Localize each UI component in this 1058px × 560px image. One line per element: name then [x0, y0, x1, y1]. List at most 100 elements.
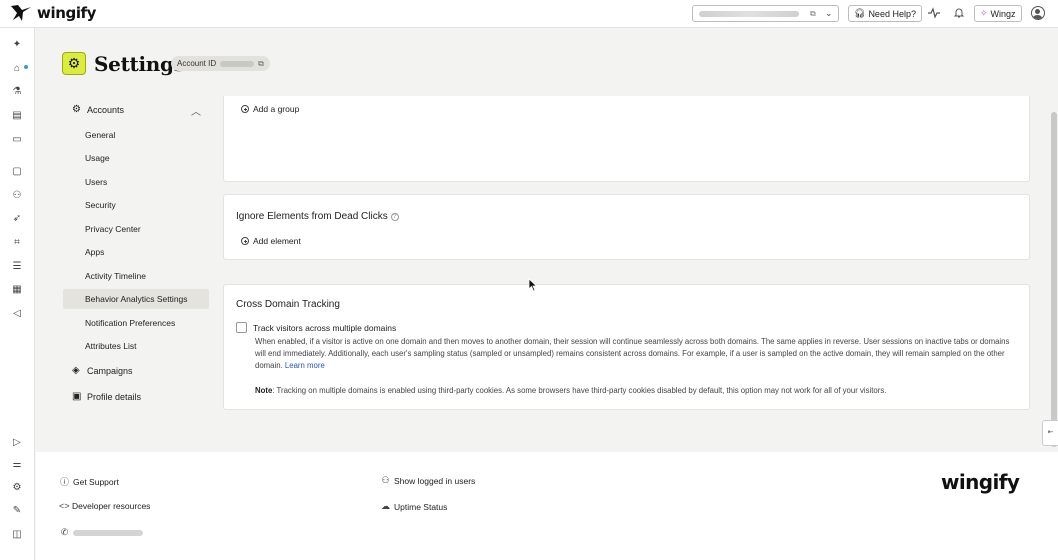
sidebar-section-profile[interactable]: ▣ Profile details — [72, 391, 141, 402]
sidebar-item-security[interactable]: Security — [85, 200, 116, 210]
add-group-label: Add a group — [253, 104, 300, 114]
side-feedback-tab[interactable]: ⇤ — [1042, 420, 1058, 446]
phone-icon: ✆ — [60, 527, 69, 537]
add-element-label: Add element — [253, 236, 301, 246]
need-help-label: Need Help? — [868, 8, 916, 19]
wingz-label: Wingz — [990, 8, 1016, 19]
account-id-chip[interactable]: Account ID ⧉ — [171, 56, 270, 71]
sidebar-item-general[interactable]: General — [85, 130, 115, 140]
sidebar-item-usage[interactable]: Usage — [85, 153, 110, 163]
cross-domain-checkbox[interactable] — [236, 322, 247, 333]
rocket-icon[interactable]: ➶ — [11, 213, 23, 225]
gear-icon: ⚙ — [67, 55, 81, 71]
groups-card: Add a group — [223, 96, 1030, 182]
get-support-label: Get Support — [73, 476, 119, 487]
sidebar-accounts-label: Accounts — [87, 104, 125, 115]
brand-name: wingify — [37, 4, 97, 22]
settings-badge: ⚙ — [62, 52, 86, 75]
brand-logo[interactable]: wingify — [10, 4, 96, 22]
copy-icon[interactable]: ⧉ — [810, 9, 818, 18]
screen-icon[interactable]: ▭ — [11, 134, 23, 146]
cross-domain-description: When enabled, if a visitor is active on … — [255, 336, 1011, 372]
cloud-icon: ☁ — [381, 501, 390, 511]
server-icon[interactable]: ☰ — [11, 261, 23, 273]
wingz-button[interactable]: ✧ Wingz — [974, 5, 1022, 22]
gear-icon: ⚙ — [72, 104, 81, 115]
sidebar-item-privacy-center[interactable]: Privacy Center — [85, 224, 141, 234]
show-logged-in-users-link[interactable]: ⚇ Show logged in users — [381, 475, 475, 486]
info-icon[interactable]: ? — [390, 213, 399, 221]
top-bar: wingify ⧉ ⌄ 🎧︎ Need Help? ✧ Wingz — [0, 0, 1058, 28]
bell-icon[interactable] — [953, 7, 965, 19]
get-support-link[interactable]: ⓘ Get Support — [60, 475, 119, 488]
help-circle-icon: ⓘ — [60, 477, 70, 487]
mouse-cursor-icon — [528, 278, 538, 292]
avatar[interactable] — [1031, 6, 1045, 20]
sparkle-icon: ✧ — [980, 8, 988, 18]
plus-circle-icon — [241, 105, 249, 113]
sliders-icon[interactable]: ⚌ — [11, 459, 23, 471]
uptime-status-label: Uptime Status — [394, 501, 448, 512]
brush-icon[interactable]: ✎ — [11, 505, 23, 517]
scrollbar-thumb[interactable] — [1051, 112, 1057, 447]
user-search-icon[interactable]: ⚇ — [11, 190, 23, 202]
code-icon: <> — [59, 501, 70, 511]
account-id-label: Account ID — [177, 59, 217, 68]
notification-dot — [24, 65, 28, 69]
sidebar-campaigns-label: Campaigns — [87, 365, 133, 376]
copy-icon[interactable]: ⧉ — [258, 59, 264, 69]
cross-domain-checkbox-label[interactable]: Track visitors across multiple domains — [253, 323, 396, 333]
cross-domain-title: Cross Domain Tracking — [236, 299, 340, 310]
dead-clicks-title-text: Ignore Elements from Dead Clicks — [236, 211, 388, 222]
document-icon[interactable]: ▢ — [11, 166, 23, 178]
cross-domain-description-text: When enabled, if a visitor is active on … — [255, 337, 1010, 370]
flask-icon[interactable]: ⚗ — [11, 86, 23, 98]
sidebar-item-notification-preferences[interactable]: Notification Preferences — [85, 318, 175, 328]
note-text: : Tracking on multiple domains is enable… — [272, 386, 887, 395]
profile-card-icon: ▣ — [72, 391, 82, 402]
note-label: Note — [255, 386, 273, 395]
cross-domain-card: Cross Domain Tracking Track visitors acr… — [223, 284, 1030, 410]
dashboard-icon[interactable]: ▤ — [11, 110, 23, 122]
focus-icon[interactable]: ⌗ — [11, 237, 23, 249]
layers-icon: ◈ — [72, 365, 80, 376]
account-id-redacted — [220, 60, 255, 67]
learn-more-link[interactable]: Learn more — [285, 361, 325, 370]
workspace-selector[interactable]: ⧉ ⌄ — [692, 5, 839, 22]
home-icon[interactable]: ⌂ — [11, 63, 23, 75]
dead-clicks-title: Ignore Elements from Dead Clicks? — [236, 211, 399, 222]
megaphone-icon[interactable]: ◁ — [11, 308, 23, 320]
developer-resources-label: Developer resources — [72, 501, 151, 511]
left-rail: ✦ ⌂ ⚗ ▤ ▭ ▢ ⚇ ➶ ⌗ ☰ ▦ ◁ ▷ ⚌ ⚙ ✎ ◫ — [0, 28, 35, 560]
chevron-up-icon[interactable]: ︿ — [191, 103, 201, 118]
cross-domain-note: Note: Tracking on multiple domains is en… — [255, 386, 886, 395]
developer-resources-link[interactable]: <> Developer resources — [59, 501, 150, 511]
panel-icon[interactable]: ◫ — [11, 529, 23, 541]
sidebar-item-users[interactable]: Users — [85, 177, 107, 187]
show-logged-in-label: Show logged in users — [394, 475, 476, 486]
add-element-button[interactable]: Add element — [241, 236, 301, 246]
uptime-status-link[interactable]: ☁ Uptime Status — [381, 501, 447, 512]
add-group-button[interactable]: Add a group — [241, 104, 299, 114]
headset-icon: 🎧︎ — [854, 8, 866, 18]
footer: ⓘ Get Support <> Developer resources ✆ ⚇… — [36, 452, 1058, 560]
play-icon[interactable]: ▷ — [11, 437, 23, 449]
brand-mark-icon — [11, 5, 31, 21]
sidebar-section-accounts[interactable]: ⚙ Accounts — [72, 104, 124, 115]
sparkle-icon[interactable]: ✦ — [11, 39, 23, 51]
sidebar-item-apps[interactable]: Apps — [85, 247, 104, 257]
calendar-icon[interactable]: ▦ — [11, 284, 23, 296]
gear-icon[interactable]: ⚙ — [11, 482, 23, 494]
sidebar-item-behavior-analytics[interactable]: Behavior Analytics Settings — [85, 294, 188, 304]
phone-number-redacted — [73, 529, 143, 536]
dead-clicks-card: Ignore Elements from Dead Clicks? Add el… — [223, 194, 1030, 260]
activity-icon[interactable] — [928, 7, 940, 19]
sidebar-item-attributes-list[interactable]: Attributes List — [85, 341, 137, 351]
need-help-button[interactable]: 🎧︎ Need Help? — [848, 5, 922, 22]
footer-logo: wingify — [941, 470, 1020, 494]
plus-circle-icon — [241, 237, 249, 245]
sidebar-section-campaigns[interactable]: ◈ Campaigns — [72, 365, 133, 376]
workspace-name-redacted — [699, 11, 799, 17]
sidebar-item-activity-timeline[interactable]: Activity Timeline — [85, 271, 146, 281]
sidebar-profile-label: Profile details — [87, 391, 142, 402]
